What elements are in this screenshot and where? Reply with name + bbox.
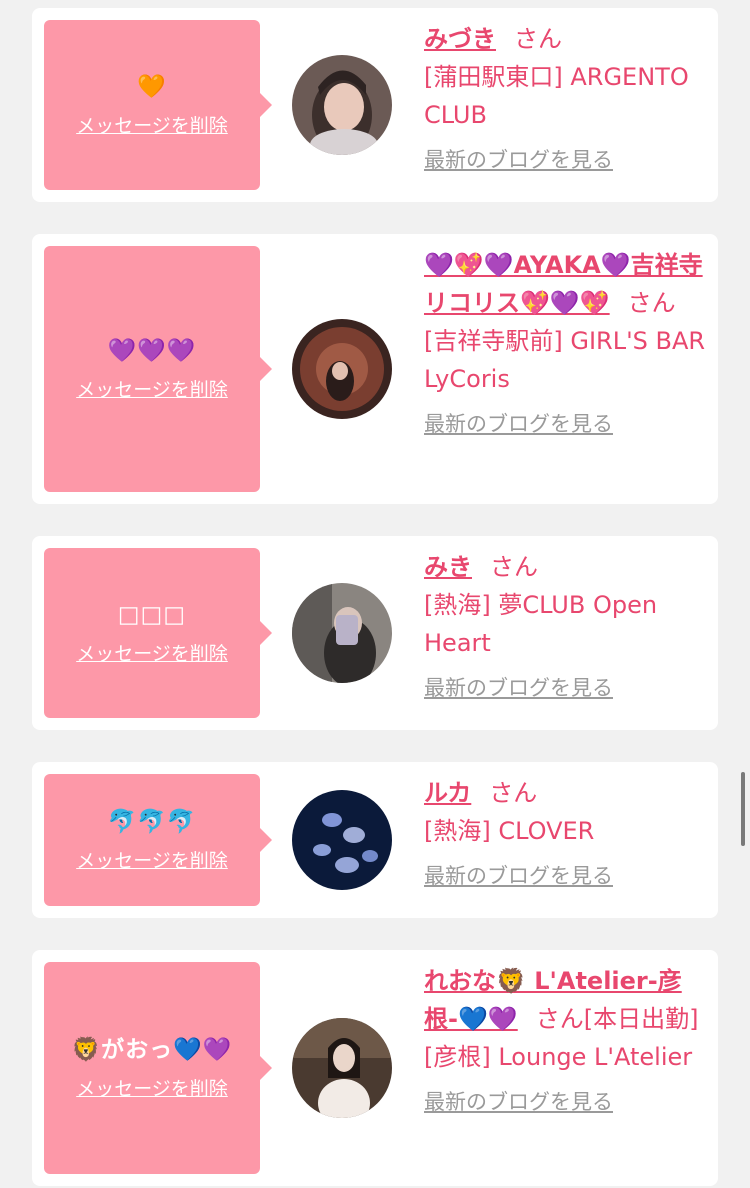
cast-info: みづき さん [蒲田駅東口] ARGENTO CLUB 最新のブログを見る — [424, 20, 710, 174]
latest-blog-link[interactable]: 最新のブログを見る — [424, 146, 613, 174]
shop-name: [熱海] CLOVER — [424, 817, 595, 845]
shop-name: [彦根] Lounge L'Atelier — [424, 1043, 693, 1071]
cast-name-link[interactable]: ルカ — [424, 779, 471, 807]
favorite-card: 🧡 メッセージを削除 みづき さん [蒲田駅東口] ARGENTO CLUB 最新… — [32, 8, 718, 202]
cast-info: れおな🦁 L'Atelier-彦根-💙💜 さん[本日出勤] [彦根] Lounge… — [424, 962, 710, 1116]
latest-blog-link[interactable]: 最新のブログを見る — [424, 1088, 613, 1116]
shop-name: [熱海] 夢CLUB Open Heart — [424, 591, 658, 657]
shop-name: [蒲田駅東口] ARGENTO CLUB — [424, 63, 689, 129]
cast-name-line: みづき さん — [424, 20, 710, 58]
honorific: さん — [514, 25, 562, 53]
message-text: 🐬🐬🐬 — [107, 809, 197, 835]
avatar[interactable] — [292, 583, 392, 683]
message-bubble: 💜💜💜 メッセージを削除 — [44, 246, 272, 492]
cast-info: ルカ さん [熱海] CLOVER 最新のブログを見る — [424, 774, 710, 890]
favorite-card: 🦁がおっ💙💜 メッセージを削除 れおな🦁 L'Atelier-彦根-💙💜 さん[本… — [32, 950, 718, 1186]
avatar[interactable] — [292, 1018, 392, 1118]
message-bubble: 🐬🐬🐬 メッセージを削除 — [44, 774, 272, 906]
delete-message-link[interactable]: メッセージを削除 — [76, 642, 228, 666]
delete-message-link[interactable]: メッセージを削除 — [76, 378, 228, 402]
message-text: 🦁がおっ💙💜 — [71, 1037, 233, 1063]
shop-name: [吉祥寺駅前] GIRL'S BAR LyCoris — [424, 327, 706, 393]
favorite-card: 🐬🐬🐬 メッセージを削除 ルカ さん [熱海] CLOVER 最新のブログを見る — [32, 762, 718, 918]
honorific: さん — [489, 779, 538, 807]
favorite-card: 💜💜💜 メッセージを削除 💜💖💜AYAKA💜吉祥寺リコリス💖💜💖 さん [吉祥寺駅… — [32, 234, 718, 504]
latest-blog-link[interactable]: 最新のブログを見る — [424, 410, 613, 438]
cast-name-link[interactable]: みき — [424, 553, 472, 581]
latest-blog-link[interactable]: 最新のブログを見る — [424, 862, 613, 890]
honorific: さん — [490, 553, 538, 581]
cast-info: 💜💖💜AYAKA💜吉祥寺リコリス💖💜💖 さん [吉祥寺駅前] GIRL'S BAR… — [424, 246, 710, 438]
cast-name-line: ルカ さん — [424, 774, 710, 812]
message-text: □□□ — [117, 602, 187, 628]
avatar[interactable] — [292, 790, 392, 890]
honorific: さん — [627, 289, 676, 317]
delete-message-link[interactable]: メッセージを削除 — [76, 114, 228, 138]
message-text: 💜💜💜 — [107, 338, 197, 364]
delete-message-link[interactable]: メッセージを削除 — [76, 849, 228, 873]
message-text: 🧡 — [137, 74, 167, 100]
message-bubble: 🧡 メッセージを削除 — [44, 20, 272, 190]
cast-name-link[interactable]: みづき — [424, 25, 496, 53]
cast-name-line: 💜💖💜AYAKA💜吉祥寺リコリス💖💜💖 さん — [424, 246, 710, 322]
latest-blog-link[interactable]: 最新のブログを見る — [424, 674, 613, 702]
message-bubble: □□□ メッセージを削除 — [44, 548, 272, 718]
honorific: さん[本日出勤] — [535, 1005, 699, 1033]
scrollbar-thumb[interactable] — [741, 772, 745, 846]
avatar[interactable] — [292, 319, 392, 419]
cast-info: みき さん [熱海] 夢CLUB Open Heart 最新のブログを見る — [424, 548, 710, 702]
message-bubble: 🦁がおっ💙💜 メッセージを削除 — [44, 962, 272, 1174]
avatar[interactable] — [292, 55, 392, 155]
cast-name-line: れおな🦁 L'Atelier-彦根-💙💜 さん[本日出勤] — [424, 962, 710, 1038]
cast-name-line: みき さん — [424, 548, 710, 586]
favorite-card: □□□ メッセージを削除 みき さん [熱海] 夢CLUB Open Heart … — [32, 536, 718, 730]
delete-message-link[interactable]: メッセージを削除 — [76, 1077, 228, 1101]
